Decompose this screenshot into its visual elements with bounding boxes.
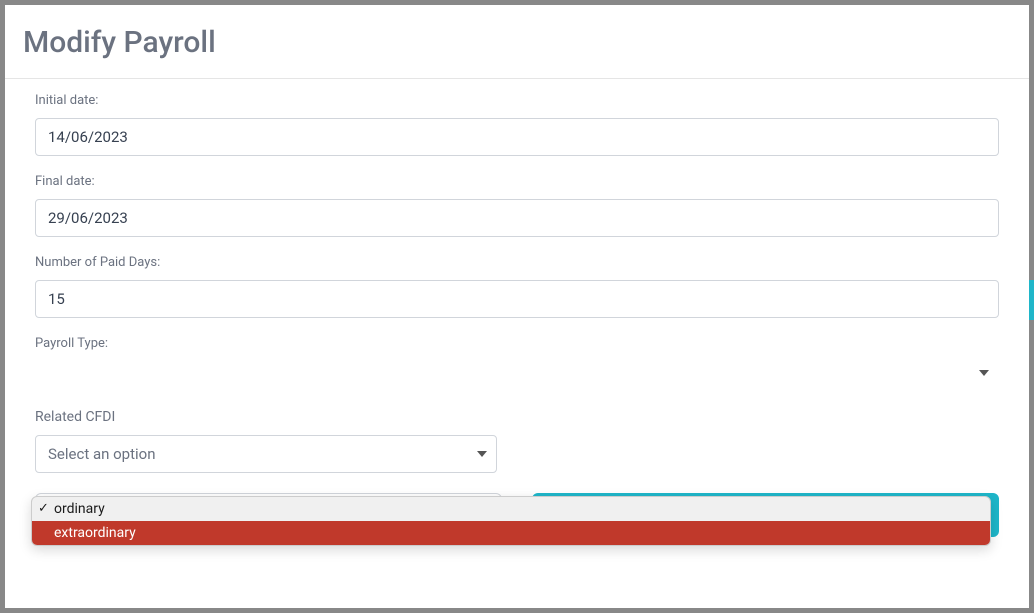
initial-date-group: Initial date: — [35, 93, 999, 156]
payroll-type-label: Payroll Type: — [35, 336, 999, 351]
final-date-label: Final date: — [35, 174, 999, 189]
initial-date-label: Initial date: — [35, 93, 999, 108]
final-date-input[interactable] — [35, 199, 999, 237]
payroll-type-option-ordinary[interactable]: ordinary — [32, 497, 990, 521]
paid-days-input[interactable] — [35, 280, 999, 318]
chevron-down-icon — [979, 370, 989, 376]
modify-payroll-modal: Modify Payroll Initial date: Final date:… — [5, 5, 1029, 608]
modal-title: Modify Payroll — [23, 25, 1011, 60]
final-date-group: Final date: — [35, 174, 999, 237]
related-cfdi-label: Related CFDI — [35, 409, 999, 425]
paid-days-label: Number of Paid Days: — [35, 255, 999, 270]
modal-body: Initial date: Final date: Number of Paid… — [5, 79, 1029, 608]
related-cfdi-select-wrapper: Select an option — [35, 435, 497, 473]
related-cfdi-group: Related CFDI Select an option — [35, 409, 999, 473]
modal-header: Modify Payroll — [5, 5, 1029, 79]
initial-date-input[interactable] — [35, 118, 999, 156]
paid-days-group: Number of Paid Days: — [35, 255, 999, 318]
related-cfdi-select[interactable]: Select an option — [35, 435, 497, 473]
payroll-type-option-extraordinary[interactable]: extraordinary — [32, 521, 990, 545]
payroll-type-group: Payroll Type: — [35, 336, 999, 401]
background-accent — [1029, 280, 1034, 320]
payroll-type-dropdown[interactable]: ordinary extraordinary — [31, 496, 991, 546]
